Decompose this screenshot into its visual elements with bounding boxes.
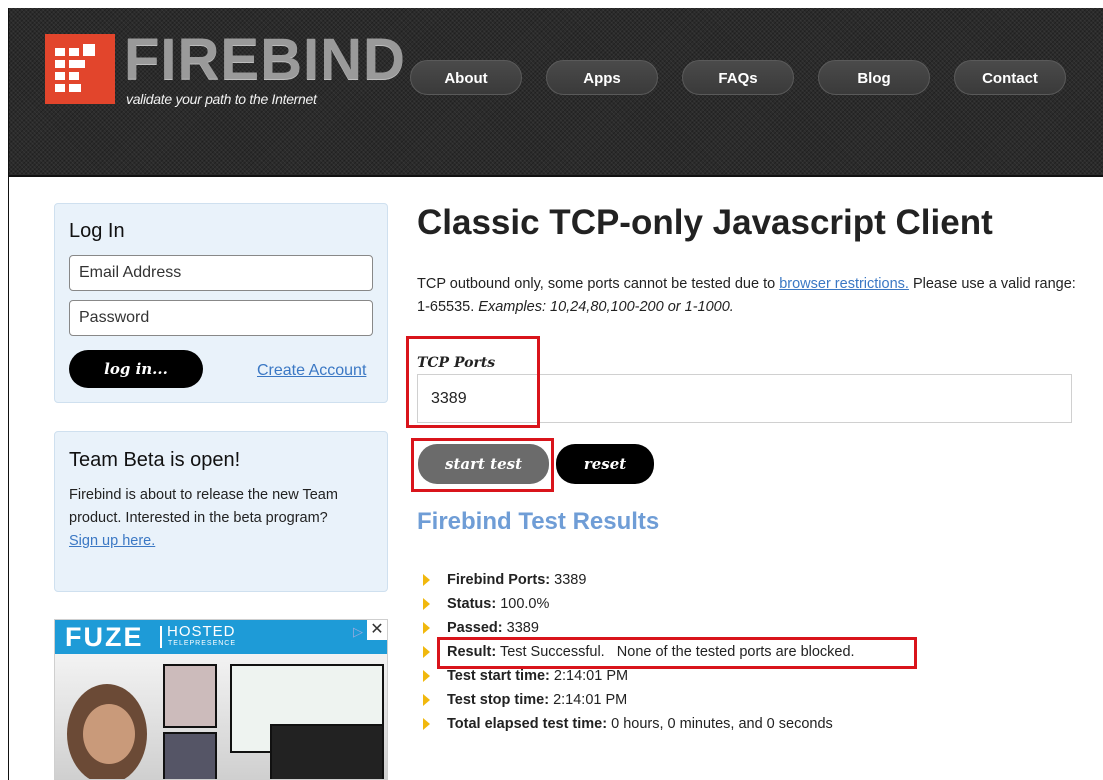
result-label: Total elapsed test time:: [447, 716, 608, 732]
header-divider: [8, 175, 1103, 177]
result-label: Result:: [447, 644, 497, 660]
ad-thumbnail: [163, 732, 217, 779]
nav-faqs[interactable]: FAQs: [682, 60, 794, 95]
nav-apps[interactable]: Apps: [546, 60, 658, 95]
nav-about[interactable]: About: [410, 60, 522, 95]
result-value: 2:14:01 PM: [553, 668, 629, 684]
email-field[interactable]: Email Address: [69, 255, 373, 291]
result-value: 3389: [554, 572, 587, 588]
ad-thumbnail: [163, 664, 217, 728]
beta-body: Firebind is about to release the new Tea…: [69, 484, 379, 553]
start-test-button[interactable]: start test: [418, 444, 549, 484]
ad-brand: FUZE: [65, 622, 144, 652]
result-label: Test stop time:: [447, 692, 550, 708]
bullet-icon: [423, 622, 430, 634]
firebind-logo-icon[interactable]: [45, 34, 115, 104]
bullet-icon: [423, 718, 430, 730]
result-value: 3389: [506, 620, 539, 636]
beta-text: Firebind is about to release the new Tea…: [69, 487, 338, 526]
beta-signup-link[interactable]: Sign up here.: [69, 533, 155, 549]
result-item: Passed: 3389: [421, 616, 855, 640]
result-label: Passed:: [447, 620, 503, 636]
login-button[interactable]: log in...: [69, 350, 203, 388]
page-title: Classic TCP-only Javascript Client: [417, 203, 993, 242]
password-field[interactable]: Password: [69, 300, 373, 336]
result-value: 2:14:01 PM: [553, 692, 628, 708]
bullet-icon: [423, 694, 430, 706]
reset-button[interactable]: reset: [556, 444, 654, 484]
nav-contact[interactable]: Contact: [954, 60, 1066, 95]
result-value: Test Successful. None of the tested port…: [499, 644, 855, 660]
result-item: Test start time: 2:14:01 PM: [421, 664, 855, 688]
intro-text: TCP outbound only, some ports cannot be …: [417, 273, 1082, 319]
result-label: Test start time:: [447, 668, 550, 684]
tcp-ports-input[interactable]: 3389: [417, 374, 1072, 423]
beta-panel: Team Beta is open! Firebind is about to …: [54, 431, 388, 592]
result-item: Total elapsed test time: 0 hours, 0 minu…: [421, 712, 855, 736]
tcp-ports-label: TCP Ports: [417, 355, 496, 371]
intro-examples: Examples: 10,24,80,100-200 or 1-1000.: [478, 299, 734, 315]
logo-tagline: validate your path to the Internet: [126, 91, 317, 107]
ad-separator: [160, 626, 162, 648]
result-item: Result: Test Successful. None of the tes…: [421, 640, 855, 664]
browser-restrictions-link[interactable]: browser restrictions.: [779, 276, 909, 292]
login-panel: Log In Email Address Password log in... …: [54, 203, 388, 403]
result-item: Test stop time: 2:14:01 PM: [421, 688, 855, 712]
bullet-icon: [423, 646, 430, 658]
result-value: 100.0%: [500, 596, 550, 612]
result-item: Status: 100.0%: [421, 592, 855, 616]
create-account-link[interactable]: Create Account: [257, 362, 366, 380]
login-title: Log In: [69, 220, 125, 242]
ad-hosted-label: HOSTED: [167, 623, 236, 640]
results-list: Firebind Ports: 3389 Status: 100.0% Pass…: [421, 568, 855, 736]
intro-text-part: TCP outbound only, some ports cannot be …: [417, 276, 780, 292]
logo-wordmark[interactable]: FIREBIND: [124, 30, 406, 90]
bullet-icon: [423, 598, 430, 610]
result-label: Firebind Ports:: [447, 572, 551, 588]
close-icon[interactable]: ✕: [367, 620, 387, 640]
nav-blog[interactable]: Blog: [818, 60, 930, 95]
bullet-icon: [423, 574, 430, 586]
bullet-icon: [423, 670, 430, 682]
result-item: Firebind Ports: 3389: [421, 568, 855, 592]
ad-person-face: [83, 704, 135, 764]
result-label: Status:: [447, 596, 497, 612]
fuze-ad[interactable]: FUZE HOSTED TELEPRESENCE ▷ ✕: [54, 619, 388, 780]
page-left-border: [8, 8, 9, 780]
adchoices-icon[interactable]: ▷: [353, 624, 363, 640]
results-title: Firebind Test Results: [417, 508, 660, 535]
ad-tablet: [270, 724, 384, 779]
ad-telepresence-label: TELEPRESENCE: [168, 640, 237, 647]
beta-title: Team Beta is open!: [69, 449, 241, 471]
result-value: 0 hours, 0 minutes, and 0 seconds: [611, 716, 833, 732]
ad-image: [55, 654, 387, 779]
